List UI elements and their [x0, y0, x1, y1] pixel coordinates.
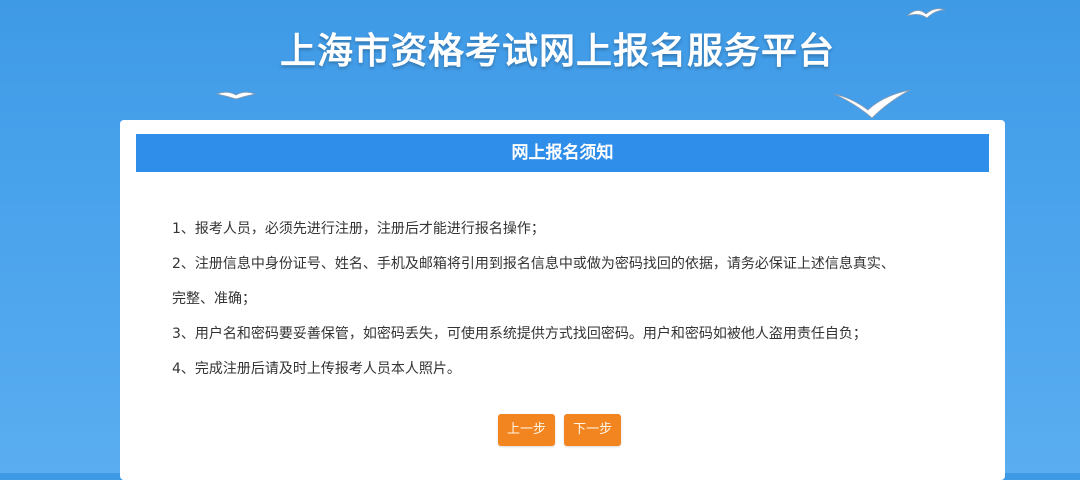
- notice-item: 完整、准确；: [172, 291, 256, 307]
- seagull-icon: [832, 88, 912, 120]
- notice-item: 1、报考人员，必须先进行注册，注册后才能进行报名操作；: [172, 221, 545, 237]
- notice-heading: 网上报名须知: [136, 134, 989, 172]
- button-row: 上一步 下一步: [498, 414, 625, 446]
- site-header: 上海市资格考试网上报名服务平台: [0, 0, 1080, 120]
- prev-step-button[interactable]: 上一步: [498, 414, 556, 446]
- site-title: 上海市资格考试网上报名服务平台: [279, 31, 835, 72]
- notice-item: 2、注册信息中身份证号、姓名、手机及邮箱将引用到报名信息中或做为密码找回的依据，…: [172, 256, 895, 272]
- notice-item: 4、完成注册后请及时上传报考人员本人照片。: [172, 361, 461, 377]
- next-step-button[interactable]: 下一步: [564, 414, 622, 446]
- notice-card: 网上报名须知 1、报考人员，必须先进行注册，注册后才能进行报名操作； 2、注册信…: [120, 120, 1005, 480]
- seagull-icon: [905, 4, 947, 22]
- seagull-icon: [215, 88, 257, 102]
- notice-item: 3、用户名和密码要妥善保管，如密码丢失，可使用系统提供方式找回密码。用户和密码如…: [172, 326, 867, 342]
- notice-list: 1、报考人员，必须先进行注册，注册后才能进行报名操作； 2、注册信息中身份证号、…: [172, 212, 972, 387]
